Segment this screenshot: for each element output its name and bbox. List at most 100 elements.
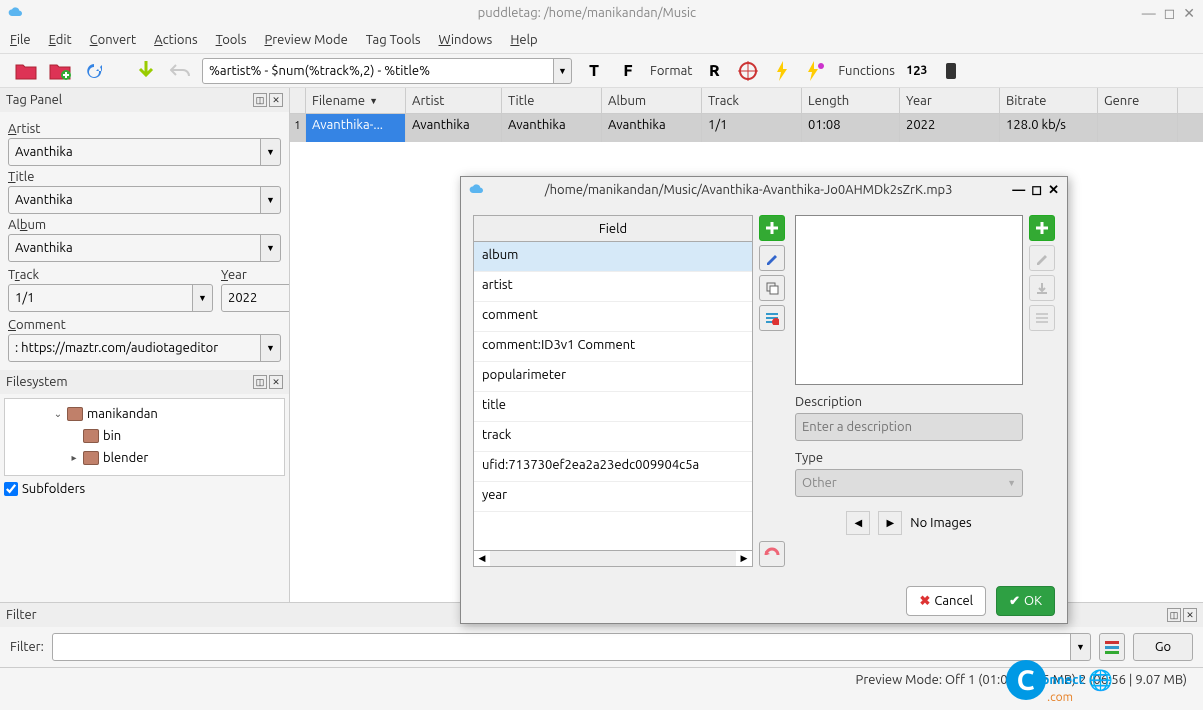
clipboard-icon[interactable] xyxy=(939,59,963,83)
title-input[interactable] xyxy=(8,186,261,214)
description-input[interactable] xyxy=(795,413,1023,441)
td-year[interactable]: 2022 xyxy=(900,114,1000,142)
cancel-button[interactable]: ✖Cancel xyxy=(906,586,986,616)
edit-field-button[interactable] xyxy=(759,245,785,271)
td-artist[interactable]: Avanthika xyxy=(406,114,502,142)
field-item[interactable]: title xyxy=(474,392,752,422)
subfolders-input[interactable] xyxy=(4,482,18,496)
target-icon[interactable] xyxy=(736,59,760,83)
th-genre[interactable]: Genre xyxy=(1098,88,1178,113)
filter-input[interactable] xyxy=(52,633,1071,661)
th-year[interactable]: Year xyxy=(900,88,1000,113)
table-row[interactable]: 1 Avanthika-... Avanthika Avanthika Avan… xyxy=(290,114,1203,142)
menu-help[interactable]: Help xyxy=(510,33,537,47)
artist-dropdown[interactable]: ▼ xyxy=(261,138,281,166)
copy-field-button[interactable] xyxy=(759,275,785,301)
filter-fields-button[interactable] xyxy=(1099,633,1125,661)
rename-button[interactable]: R xyxy=(702,59,726,83)
album-input[interactable] xyxy=(8,234,261,262)
comment-input[interactable] xyxy=(8,334,261,362)
go-button[interactable]: Go xyxy=(1133,633,1193,661)
title-dropdown[interactable]: ▼ xyxy=(261,186,281,214)
remove-field-button[interactable] xyxy=(759,305,785,331)
field-item[interactable]: popularimeter xyxy=(474,362,752,392)
dialog-minimize[interactable]: — xyxy=(1012,183,1025,198)
filter-dropdown[interactable]: ▼ xyxy=(1071,633,1091,661)
filesystem-close-button[interactable]: ✕ xyxy=(269,375,283,389)
th-artist[interactable]: Artist xyxy=(406,88,502,113)
undo-button[interactable] xyxy=(168,59,192,83)
bolt-wand-icon[interactable] xyxy=(804,59,828,83)
save-button[interactable] xyxy=(134,59,158,83)
add-folder-button[interactable] xyxy=(48,59,72,83)
field-item[interactable]: album xyxy=(474,242,752,272)
td-track[interactable]: 1/1 xyxy=(702,114,802,142)
field-list[interactable]: Field album artist comment comment:ID3v1… xyxy=(473,215,753,567)
folder-manikandan[interactable]: ⌄manikandan xyxy=(9,403,280,425)
field-item[interactable]: comment:ID3v1 Comment xyxy=(474,332,752,362)
menu-windows[interactable]: Windows xyxy=(439,33,493,47)
filter-float-button[interactable]: ◫ xyxy=(1167,608,1181,622)
folder-tree[interactable]: ⌄manikandan bin ▸blender xyxy=(4,398,285,476)
next-image-button[interactable]: ▶ xyxy=(878,511,902,535)
field-item[interactable]: track xyxy=(474,422,752,452)
add-field-button[interactable] xyxy=(759,215,785,241)
menu-actions[interactable]: Actions xyxy=(154,33,197,47)
open-folder-button[interactable] xyxy=(14,59,38,83)
tag-to-file-button[interactable]: T xyxy=(582,59,606,83)
type-select[interactable]: Other▼ xyxy=(795,469,1023,497)
th-album[interactable]: Album xyxy=(602,88,702,113)
subfolders-checkbox[interactable]: Subfolders xyxy=(4,482,285,496)
tag-panel-float-button[interactable]: ◫ xyxy=(253,93,267,107)
folder-bin[interactable]: bin xyxy=(9,425,280,447)
dialog-titlebar[interactable]: /home/manikandan/Music/Avanthika-Avanthi… xyxy=(461,177,1067,203)
td-filename[interactable]: Avanthika-... xyxy=(306,114,406,142)
edit-image-button[interactable] xyxy=(1029,245,1055,271)
export-image-button[interactable] xyxy=(1029,275,1055,301)
maximize-button[interactable]: ◻ xyxy=(1164,5,1176,22)
autonumber-button[interactable]: 123 xyxy=(905,59,929,83)
image-list-button[interactable] xyxy=(1029,305,1055,331)
dialog-maximize[interactable]: ◻ xyxy=(1031,183,1042,198)
filter-close-button[interactable]: ✕ xyxy=(1183,608,1197,622)
field-item[interactable]: ufid:713730ef2ea2a23edc009904c5a xyxy=(474,452,752,482)
album-art-box[interactable] xyxy=(795,215,1023,385)
track-input[interactable] xyxy=(8,284,193,312)
bolt-icon[interactable] xyxy=(770,59,794,83)
menu-tagtools[interactable]: Tag Tools xyxy=(366,33,421,47)
th-track[interactable]: Track xyxy=(702,88,802,113)
ok-button[interactable]: ✔OK xyxy=(996,586,1055,616)
file-to-tag-button[interactable]: F xyxy=(616,59,640,83)
add-image-button[interactable] xyxy=(1029,215,1055,241)
menu-file[interactable]: File xyxy=(10,33,31,47)
filesystem-float-button[interactable]: ◫ xyxy=(253,375,267,389)
filter-combo[interactable]: ▼ xyxy=(52,633,1091,661)
refresh-button[interactable] xyxy=(82,59,106,83)
tag-panel-close-button[interactable]: ✕ xyxy=(269,93,283,107)
td-genre[interactable] xyxy=(1098,114,1178,142)
td-bitrate[interactable]: 128.0 kb/s xyxy=(1000,114,1098,142)
menu-preview[interactable]: Preview Mode xyxy=(264,33,347,47)
td-album[interactable]: Avanthika xyxy=(602,114,702,142)
revert-button[interactable] xyxy=(759,541,785,567)
prev-image-button[interactable]: ◀ xyxy=(846,511,870,535)
th-filename[interactable]: Filename▼ xyxy=(306,88,406,113)
track-dropdown[interactable]: ▼ xyxy=(193,284,213,312)
field-list-hscroll[interactable]: ◀▶ xyxy=(474,550,752,566)
pattern-dropdown[interactable]: ▼ xyxy=(554,58,572,84)
folder-blender[interactable]: ▸blender xyxy=(9,447,280,469)
album-dropdown[interactable]: ▼ xyxy=(261,234,281,262)
dialog-close[interactable]: ✕ xyxy=(1048,183,1059,198)
pattern-input[interactable] xyxy=(202,58,554,84)
field-item[interactable]: year xyxy=(474,482,752,512)
year-input[interactable] xyxy=(221,284,289,312)
artist-input[interactable] xyxy=(8,138,261,166)
td-length[interactable]: 01:08 xyxy=(802,114,900,142)
menu-convert[interactable]: Convert xyxy=(90,33,137,47)
menu-edit[interactable]: Edit xyxy=(49,33,72,47)
th-bitrate[interactable]: Bitrate xyxy=(1000,88,1098,113)
comment-dropdown[interactable]: ▼ xyxy=(261,334,281,362)
td-title[interactable]: Avanthika xyxy=(502,114,602,142)
field-item[interactable]: artist xyxy=(474,272,752,302)
minimize-button[interactable]: — xyxy=(1142,5,1156,22)
